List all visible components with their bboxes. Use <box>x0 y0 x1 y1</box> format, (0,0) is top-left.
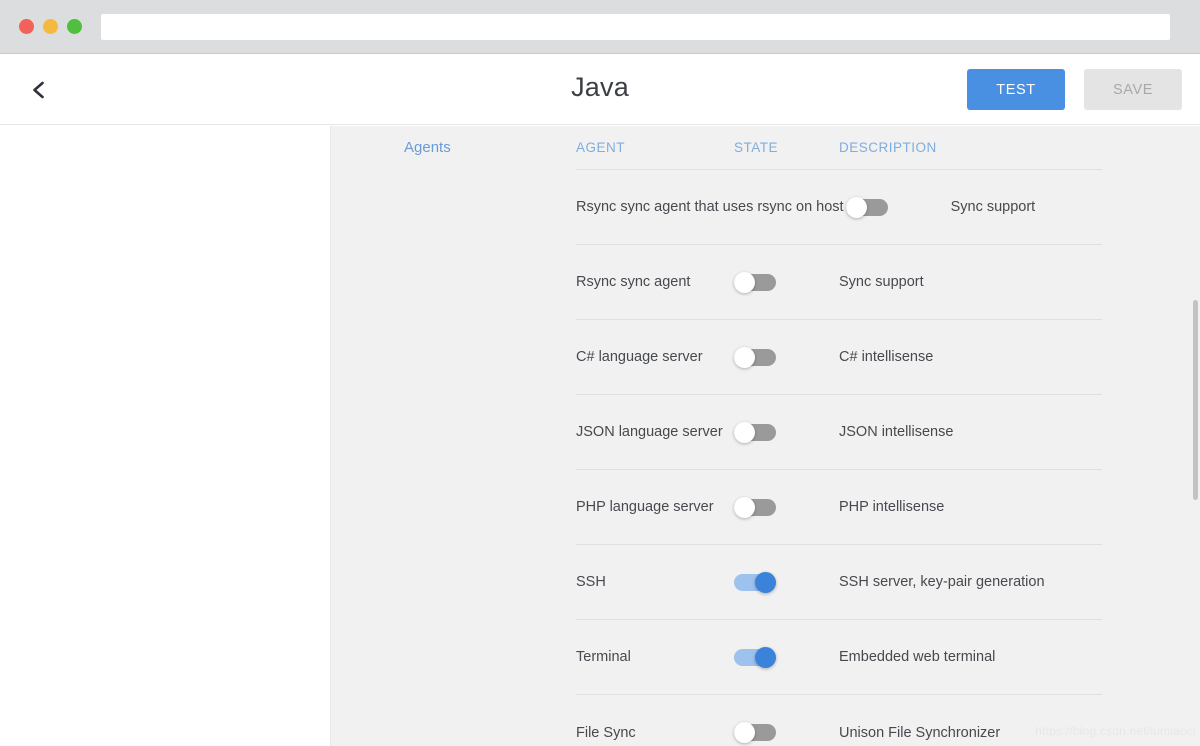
agent-name: PHP language server <box>576 499 734 515</box>
agent-name: SSH <box>576 574 734 590</box>
agent-state-toggle[interactable] <box>846 197 888 218</box>
table-row: Rsync sync agent that uses rsync on host… <box>576 170 1102 245</box>
agent-state-cell <box>734 347 839 368</box>
table-row: C# language server C# intellisense <box>576 320 1102 395</box>
table-row: Terminal Embedded web terminal <box>576 620 1102 695</box>
scrollbar-thumb[interactable] <box>1193 300 1198 500</box>
agent-description: SSH server, key-pair generation <box>839 574 1102 590</box>
section-label-agents: Agents <box>404 139 564 156</box>
body-area: Agents AGENT STATE DESCRIPTION Rsync syn… <box>0 126 1200 746</box>
agent-state-toggle[interactable] <box>734 497 776 518</box>
agent-state-toggle[interactable] <box>734 347 776 368</box>
traffic-lights <box>0 19 82 34</box>
content-scrollbar[interactable] <box>1191 126 1200 746</box>
table-row: SSH SSH server, key-pair generation <box>576 545 1102 620</box>
minimize-window-button[interactable] <box>43 19 58 34</box>
agent-description: Embedded web terminal <box>839 649 1102 665</box>
agent-state-toggle[interactable] <box>734 722 776 743</box>
agent-description: PHP intellisense <box>839 499 1102 515</box>
toggle-knob <box>734 347 755 368</box>
agent-state-cell <box>734 422 839 443</box>
agent-description: Sync support <box>951 199 1102 215</box>
header-actions: TEST SAVE <box>967 69 1182 110</box>
agent-state-toggle[interactable] <box>734 422 776 443</box>
table-header-row: AGENT STATE DESCRIPTION <box>576 126 1102 170</box>
table-row: Rsync sync agent Sync support <box>576 245 1102 320</box>
agent-name: JSON language server <box>576 424 734 440</box>
agent-name: C# language server <box>576 349 734 365</box>
agent-state-cell <box>734 722 839 743</box>
agent-description: Sync support <box>839 274 1102 290</box>
agent-name: Rsync sync agent <box>576 274 734 290</box>
test-button[interactable]: TEST <box>967 69 1065 110</box>
toggle-knob <box>755 647 776 668</box>
agent-state-cell <box>734 647 839 668</box>
toggle-knob <box>846 197 867 218</box>
content-pane: Agents AGENT STATE DESCRIPTION Rsync syn… <box>331 126 1200 746</box>
table-body: Rsync sync agent that uses rsync on host… <box>576 170 1102 746</box>
agent-state-toggle[interactable] <box>734 647 776 668</box>
agent-state-cell <box>734 272 839 293</box>
watermark: https://blog.csdn.net/lumiaoci <box>1035 724 1196 738</box>
url-input[interactable] <box>101 14 1170 40</box>
save-button[interactable]: SAVE <box>1084 69 1182 110</box>
table-row: PHP language server PHP intellisense <box>576 470 1102 545</box>
agent-state-cell <box>734 497 839 518</box>
browser-chrome <box>0 0 1200 54</box>
app-header: Java TEST SAVE <box>0 55 1200 125</box>
agent-state-toggle[interactable] <box>734 572 776 593</box>
column-header-agent: AGENT <box>576 140 734 155</box>
toggle-knob <box>734 272 755 293</box>
left-pane <box>0 126 331 746</box>
toggle-knob <box>734 497 755 518</box>
toggle-knob <box>734 722 755 743</box>
agent-state-cell <box>846 197 951 218</box>
table-row: File SyncUnison File Synchronizer <box>576 695 1102 746</box>
agents-table: AGENT STATE DESCRIPTION Rsync sync agent… <box>576 126 1102 746</box>
table-row: JSON language server JSON intellisense <box>576 395 1102 470</box>
agent-state-cell <box>734 572 839 593</box>
agent-description: C# intellisense <box>839 349 1102 365</box>
close-window-button[interactable] <box>19 19 34 34</box>
agent-name: Terminal <box>576 649 734 665</box>
agent-state-toggle[interactable] <box>734 272 776 293</box>
toggle-knob <box>734 422 755 443</box>
agent-description: JSON intellisense <box>839 424 1102 440</box>
zoom-window-button[interactable] <box>67 19 82 34</box>
agent-name: Rsync sync agent that uses rsync on host <box>576 199 846 215</box>
agent-name: File Sync <box>576 725 734 741</box>
toggle-knob <box>755 572 776 593</box>
column-header-state: STATE <box>734 140 839 155</box>
column-header-description: DESCRIPTION <box>839 140 1102 155</box>
